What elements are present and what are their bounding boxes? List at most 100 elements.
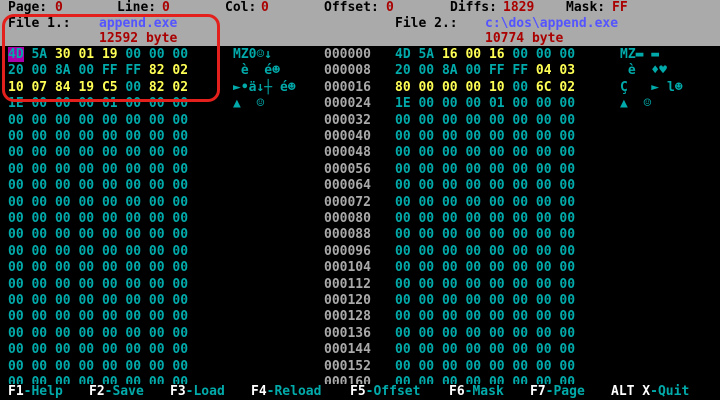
hex-byte[interactable]: 00 [8,178,24,193]
hex-byte[interactable]: 00 [102,162,118,177]
hex-byte[interactable]: 1E [395,96,411,111]
hex-byte[interactable]: 00 [55,326,71,341]
hex-byte[interactable]: 00 [465,293,481,308]
fkey-f7[interactable]: F7-Page [530,384,585,399]
hex-byte[interactable]: 00 [559,195,575,210]
hex-byte[interactable]: 00 [102,309,118,324]
hex-byte[interactable]: 19 [102,47,118,62]
hex-byte[interactable]: 00 [125,244,141,259]
hex-byte[interactable]: 00 [78,63,94,78]
hex-byte[interactable]: 00 [102,293,118,308]
hex-byte[interactable]: 00 [489,359,505,374]
hex-byte[interactable]: 00 [125,309,141,324]
hex-byte[interactable]: 5A [31,47,47,62]
hex-byte[interactable]: 00 [418,227,434,242]
hex-byte[interactable]: 00 [559,162,575,177]
hex-byte[interactable]: 8A [442,63,458,78]
hex-byte[interactable]: 00 [31,113,47,128]
hex-byte[interactable]: 00 [149,96,165,111]
fkey-f2[interactable]: F2-Save [89,384,144,399]
hex-byte[interactable]: 00 [489,244,505,259]
hex-byte[interactable]: 00 [418,80,434,95]
hex-byte[interactable]: 82 [149,63,165,78]
hex-byte[interactable]: 00 [149,113,165,128]
hex-byte[interactable]: 00 [395,211,411,226]
hex-byte[interactable]: 00 [149,211,165,226]
hex-byte[interactable]: 00 [125,195,141,210]
hex-byte[interactable]: 82 [149,80,165,95]
hex-byte[interactable]: 00 [395,260,411,275]
hex-byte[interactable]: 00 [418,342,434,357]
hex-byte[interactable]: 00 [395,145,411,160]
hex-byte[interactable]: 00 [512,277,528,292]
hex-byte[interactable]: 00 [512,309,528,324]
hex-byte[interactable]: 00 [172,244,188,259]
hex-byte[interactable]: 00 [465,178,481,193]
hex-byte[interactable]: 00 [559,113,575,128]
hex-byte[interactable]: 00 [172,145,188,160]
hex-byte[interactable]: 00 [536,47,552,62]
hex-byte[interactable]: 00 [31,277,47,292]
hex-byte[interactable]: 00 [31,359,47,374]
hex-byte[interactable]: 00 [559,359,575,374]
hex-byte[interactable]: 00 [465,162,481,177]
hex-byte[interactable]: 00 [78,309,94,324]
hex-byte[interactable]: 00 [55,227,71,242]
hex-byte[interactable]: 00 [8,309,24,324]
hex-byte[interactable]: 00 [55,277,71,292]
hex-byte[interactable]: 00 [442,129,458,144]
hex-byte[interactable]: 00 [559,309,575,324]
hex-byte[interactable]: 00 [418,145,434,160]
hex-byte[interactable]: 00 [149,244,165,259]
hex-byte[interactable]: 00 [512,342,528,357]
hex-byte[interactable]: 00 [78,96,94,111]
hex-byte[interactable]: 00 [559,145,575,160]
hex-byte[interactable]: 00 [465,227,481,242]
hex-byte[interactable]: 00 [8,129,24,144]
hex-byte[interactable]: 00 [442,178,458,193]
hex-byte[interactable]: 00 [536,178,552,193]
fkey-f4[interactable]: F4-Reload [251,384,321,399]
hex-byte[interactable]: 00 [8,342,24,357]
hex-byte[interactable]: 00 [149,47,165,62]
hex-byte[interactable]: 00 [536,359,552,374]
hex-byte[interactable]: 00 [8,145,24,160]
hex-byte[interactable]: 00 [512,359,528,374]
hex-byte[interactable]: 00 [395,227,411,242]
hex-byte[interactable]: 00 [442,359,458,374]
hex-byte[interactable]: 00 [512,260,528,275]
hex-byte[interactable]: 00 [172,195,188,210]
hex-byte[interactable]: 00 [559,293,575,308]
hex-byte[interactable]: 00 [55,244,71,259]
hex-byte[interactable]: 00 [31,211,47,226]
hex-byte[interactable]: 00 [8,195,24,210]
hex-byte[interactable]: 00 [78,145,94,160]
hex-byte[interactable]: 00 [31,195,47,210]
hex-byte[interactable]: 00 [536,195,552,210]
hex-byte[interactable]: FF [512,63,528,78]
hex-byte[interactable]: 00 [512,47,528,62]
hex-byte[interactable]: 00 [102,260,118,275]
hex-byte[interactable]: 00 [418,63,434,78]
hex-byte[interactable]: 00 [31,96,47,111]
hex-byte[interactable]: 00 [78,260,94,275]
hex-byte[interactable]: 00 [31,342,47,357]
hex-byte[interactable]: 00 [55,293,71,308]
hex-byte[interactable]: 00 [395,359,411,374]
hex-byte[interactable]: 30 [55,47,71,62]
hex-byte[interactable]: 00 [536,326,552,341]
hex-byte[interactable]: 00 [395,244,411,259]
hex-byte[interactable]: 00 [78,162,94,177]
hex-byte[interactable]: 00 [559,244,575,259]
hex-byte[interactable]: 04 [536,63,552,78]
hex-byte[interactable]: 00 [31,227,47,242]
hex-byte[interactable]: 1E [8,96,24,111]
hex-byte[interactable]: 00 [172,227,188,242]
hex-byte[interactable]: 00 [395,342,411,357]
hex-byte[interactable]: 00 [559,260,575,275]
hex-byte[interactable]: 00 [172,342,188,357]
hex-byte[interactable]: 00 [172,129,188,144]
hex-byte[interactable]: 00 [442,309,458,324]
hex-byte[interactable]: 00 [465,145,481,160]
hex-byte[interactable]: 00 [102,211,118,226]
